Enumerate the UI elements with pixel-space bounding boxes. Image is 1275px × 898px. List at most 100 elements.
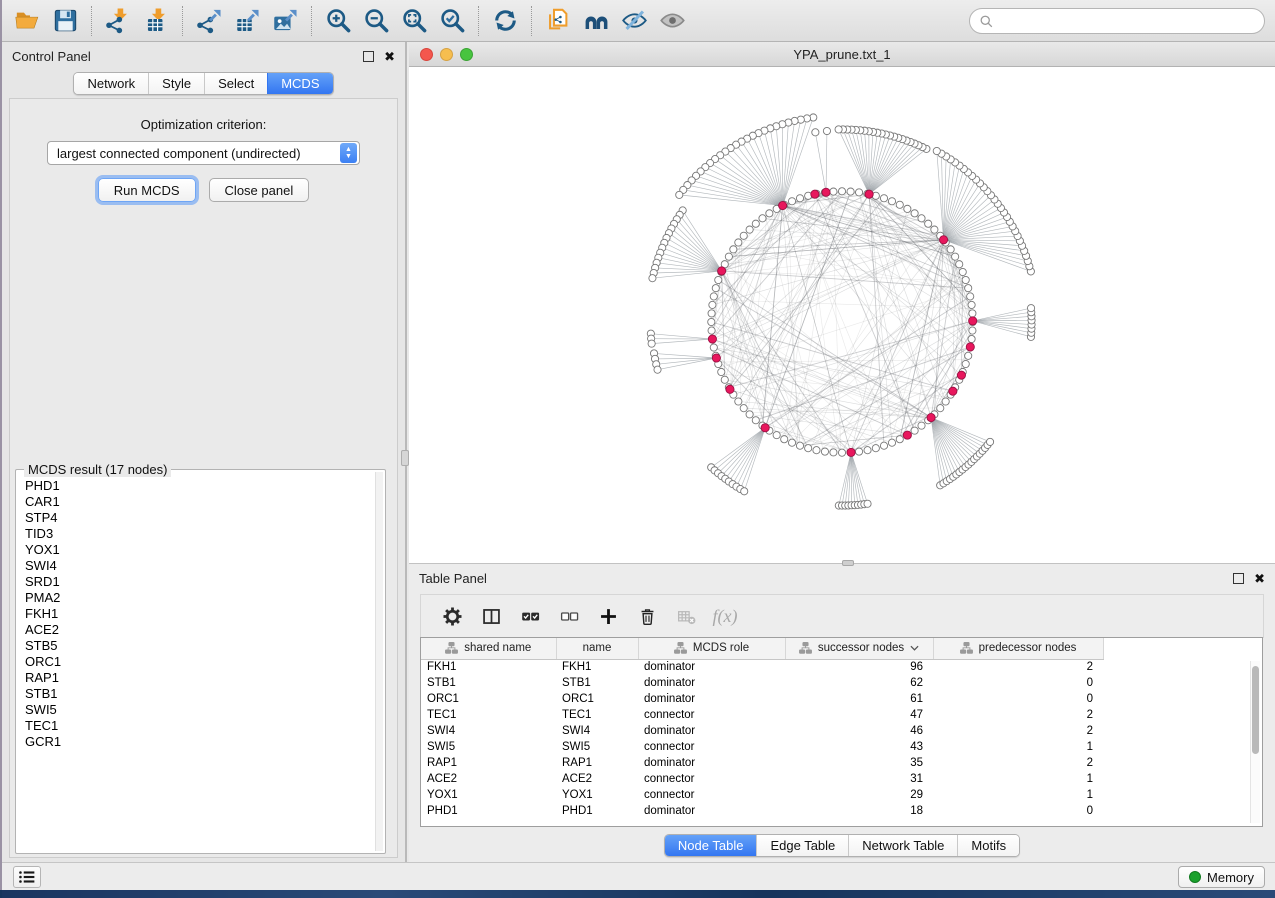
table-row-SWI5[interactable]: SWI5SWI5connector431 [421, 739, 1262, 755]
result-list-scrollbar[interactable] [375, 472, 383, 851]
run-mcds-button[interactable]: Run MCDS [98, 178, 196, 202]
zoom-out-icon [363, 7, 390, 34]
hide-selected-button[interactable] [615, 3, 653, 39]
open-file-icon [14, 7, 41, 34]
table-row-STB1[interactable]: STB1STB1dominator620 [421, 675, 1262, 691]
column-header-predecessor-nodes[interactable]: predecessor nodes [933, 638, 1103, 659]
mcds-result-item[interactable]: SWI4 [18, 558, 375, 574]
optimization-criterion-dropdown[interactable]: largest connected component (undirected)… [47, 141, 360, 165]
table-row-ACE2[interactable]: ACE2ACE2connector311 [421, 771, 1262, 787]
add-column-icon [598, 606, 619, 627]
import-network-button[interactable] [99, 3, 137, 39]
tab-node-table[interactable]: Node Table [665, 835, 757, 856]
close-table-panel-icon[interactable]: ✖ [1254, 573, 1265, 584]
column-view-icon [481, 606, 502, 627]
tab-motifs[interactable]: Motifs [957, 835, 1019, 856]
zoom-selected-button[interactable] [433, 3, 471, 39]
network-graph-canvas[interactable] [409, 67, 1275, 563]
table-row-FKH1[interactable]: FKH1FKH1dominator962 [421, 659, 1262, 675]
column-header-MCDS-role[interactable]: MCDS role [638, 638, 785, 659]
table-row-PHD1[interactable]: PHD1PHD1dominator180 [421, 803, 1262, 819]
mcds-result-item[interactable]: PHD1 [18, 478, 375, 494]
table-scrollbar[interactable] [1250, 661, 1260, 823]
table-row-RAP1[interactable]: RAP1RAP1dominator352 [421, 755, 1262, 771]
table-scrollbar-thumb[interactable] [1252, 666, 1259, 754]
memory-button[interactable]: Memory [1178, 866, 1265, 888]
zoom-in-button[interactable] [319, 3, 357, 39]
first-neighbors-button[interactable] [577, 3, 615, 39]
tab-network-table[interactable]: Network Table [848, 835, 957, 856]
mcds-result-item[interactable]: PMA2 [18, 590, 375, 606]
open-file-button[interactable] [8, 3, 46, 39]
add-column-button[interactable] [593, 600, 623, 632]
export-image-button[interactable] [266, 3, 304, 39]
mcds-result-item[interactable]: CAR1 [18, 494, 375, 510]
mcds-result-item[interactable]: TID3 [18, 526, 375, 542]
dropdown-selected-value: largest connected component (undirected) [57, 146, 301, 161]
zoom-fit-button[interactable] [395, 3, 433, 39]
zoom-fit-icon [401, 7, 428, 34]
network-graph-svg[interactable] [409, 67, 1275, 563]
show-all-button[interactable] [653, 3, 691, 39]
mcds-result-list: PHD1CAR1STP4TID3YOX1SWI4SRD1PMA2FKH1ACE2… [18, 478, 375, 851]
table-row-TEC1[interactable]: TEC1TEC1connector472 [421, 707, 1262, 723]
mcds-result-item[interactable]: TEC1 [18, 718, 375, 734]
copy-network-button[interactable] [539, 3, 577, 39]
zoom-out-button[interactable] [357, 3, 395, 39]
node-table: shared namenameMCDS rolesuccessor nodesp… [420, 637, 1263, 827]
table-row-YOX1[interactable]: YOX1YOX1connector291 [421, 787, 1262, 803]
column-header-successor-nodes[interactable]: successor nodes [785, 638, 933, 659]
mcds-result-item[interactable]: SRD1 [18, 574, 375, 590]
search-box[interactable] [969, 8, 1265, 34]
sort-chevron-icon [910, 645, 919, 651]
delete-column-icon [637, 606, 658, 627]
unselect-all-columns-button[interactable] [554, 600, 584, 632]
mcds-result-item[interactable]: GCR1 [18, 734, 375, 750]
window-close-icon[interactable] [420, 48, 433, 61]
table-row-ORC1[interactable]: ORC1ORC1dominator610 [421, 691, 1262, 707]
search-icon [979, 14, 994, 29]
window-minimize-icon[interactable] [440, 48, 453, 61]
column-type-icon [799, 642, 812, 654]
mcds-result-item[interactable]: STB5 [18, 638, 375, 654]
column-view-button[interactable] [476, 600, 506, 632]
tab-network[interactable]: Network [74, 73, 148, 94]
task-history-button[interactable] [13, 866, 41, 888]
mcds-result-item[interactable]: ACE2 [18, 622, 375, 638]
function-builder-button: f(x) [710, 600, 740, 632]
mcds-result-item[interactable]: RAP1 [18, 670, 375, 686]
table-options-button[interactable] [437, 600, 467, 632]
export-table-button[interactable] [228, 3, 266, 39]
delete-column-button[interactable] [632, 600, 662, 632]
search-input[interactable] [994, 11, 1264, 31]
column-type-icon [960, 642, 973, 654]
window-zoom-icon[interactable] [460, 48, 473, 61]
horizontal-splitter-handle[interactable] [842, 560, 854, 566]
mcds-result-item[interactable]: FKH1 [18, 606, 375, 622]
float-panel-icon[interactable] [363, 51, 374, 62]
save-session-button[interactable] [46, 3, 84, 39]
close-panel-button[interactable]: Close panel [209, 178, 310, 202]
vertical-splitter-handle[interactable] [401, 450, 409, 466]
float-table-panel-icon[interactable] [1233, 573, 1244, 584]
select-all-columns-button[interactable] [515, 600, 545, 632]
column-header-shared-name[interactable]: shared name [421, 638, 556, 659]
mcds-result-item[interactable]: ORC1 [18, 654, 375, 670]
tab-edge-table[interactable]: Edge Table [756, 835, 848, 856]
toolbar-separator [531, 6, 532, 36]
mcds-result-item[interactable]: STB1 [18, 686, 375, 702]
column-header-name[interactable]: name [556, 638, 638, 659]
export-network-button[interactable] [190, 3, 228, 39]
export-network-icon [196, 7, 223, 34]
mcds-result-item[interactable]: YOX1 [18, 542, 375, 558]
network-window-titlebar[interactable]: YPA_prune.txt_1 [409, 42, 1275, 67]
tab-mcds[interactable]: MCDS [267, 73, 332, 94]
tab-select[interactable]: Select [204, 73, 267, 94]
mcds-result-item[interactable]: SWI5 [18, 702, 375, 718]
mcds-result-item[interactable]: STP4 [18, 510, 375, 526]
table-row-SWI4[interactable]: SWI4SWI4dominator462 [421, 723, 1262, 739]
tab-style[interactable]: Style [148, 73, 204, 94]
import-table-button[interactable] [137, 3, 175, 39]
close-panel-icon[interactable]: ✖ [384, 51, 395, 62]
refresh-button[interactable] [486, 3, 524, 39]
